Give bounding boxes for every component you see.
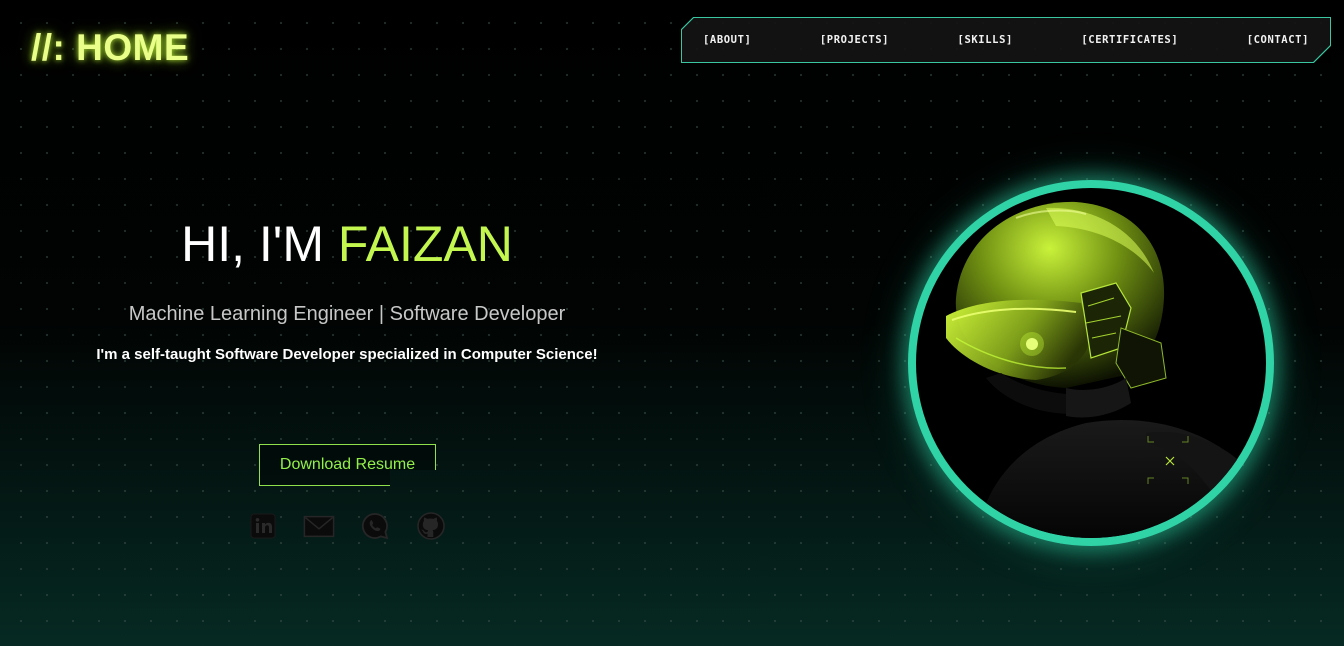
github-icon [417,512,445,540]
nav-item-about[interactable]: [ABOUT] [703,34,751,46]
hero-name: FAIZAN [337,216,513,272]
linkedin-link[interactable] [247,510,279,542]
cyber-helmet-illustration [946,201,1266,538]
nav-item-certificates[interactable]: [CERTIFICATES] [1081,34,1178,46]
download-resume-button[interactable]: Download Resume [259,444,436,486]
whatsapp-link[interactable] [359,510,391,542]
hero-greeting: HI, I'M [181,216,338,272]
profile-avatar [916,188,1266,538]
nav-item-projects[interactable]: [PROJECTS] [820,34,889,46]
linkedin-icon [250,513,276,539]
nav-item-skills[interactable]: [SKILLS] [958,34,1013,46]
download-button-notch [388,468,438,488]
hero-title: HI, I'M FAIZAN [0,216,694,272]
mail-icon [303,515,335,538]
hero-description: I'm a self-taught Software Developer spe… [96,346,598,363]
download-resume-label: Download Resume [279,456,416,473]
top-navigation: [ABOUT] [PROJECTS] [SKILLS] [CERTIFICATE… [681,17,1331,63]
home-logo[interactable]: //: HOME [31,27,189,69]
whatsapp-icon [361,513,389,540]
github-link[interactable] [415,510,447,542]
email-link[interactable] [303,510,335,542]
hero-subtitle: Machine Learning Engineer | Software Dev… [128,303,566,325]
nav-item-contact[interactable]: [CONTACT] [1247,34,1309,46]
